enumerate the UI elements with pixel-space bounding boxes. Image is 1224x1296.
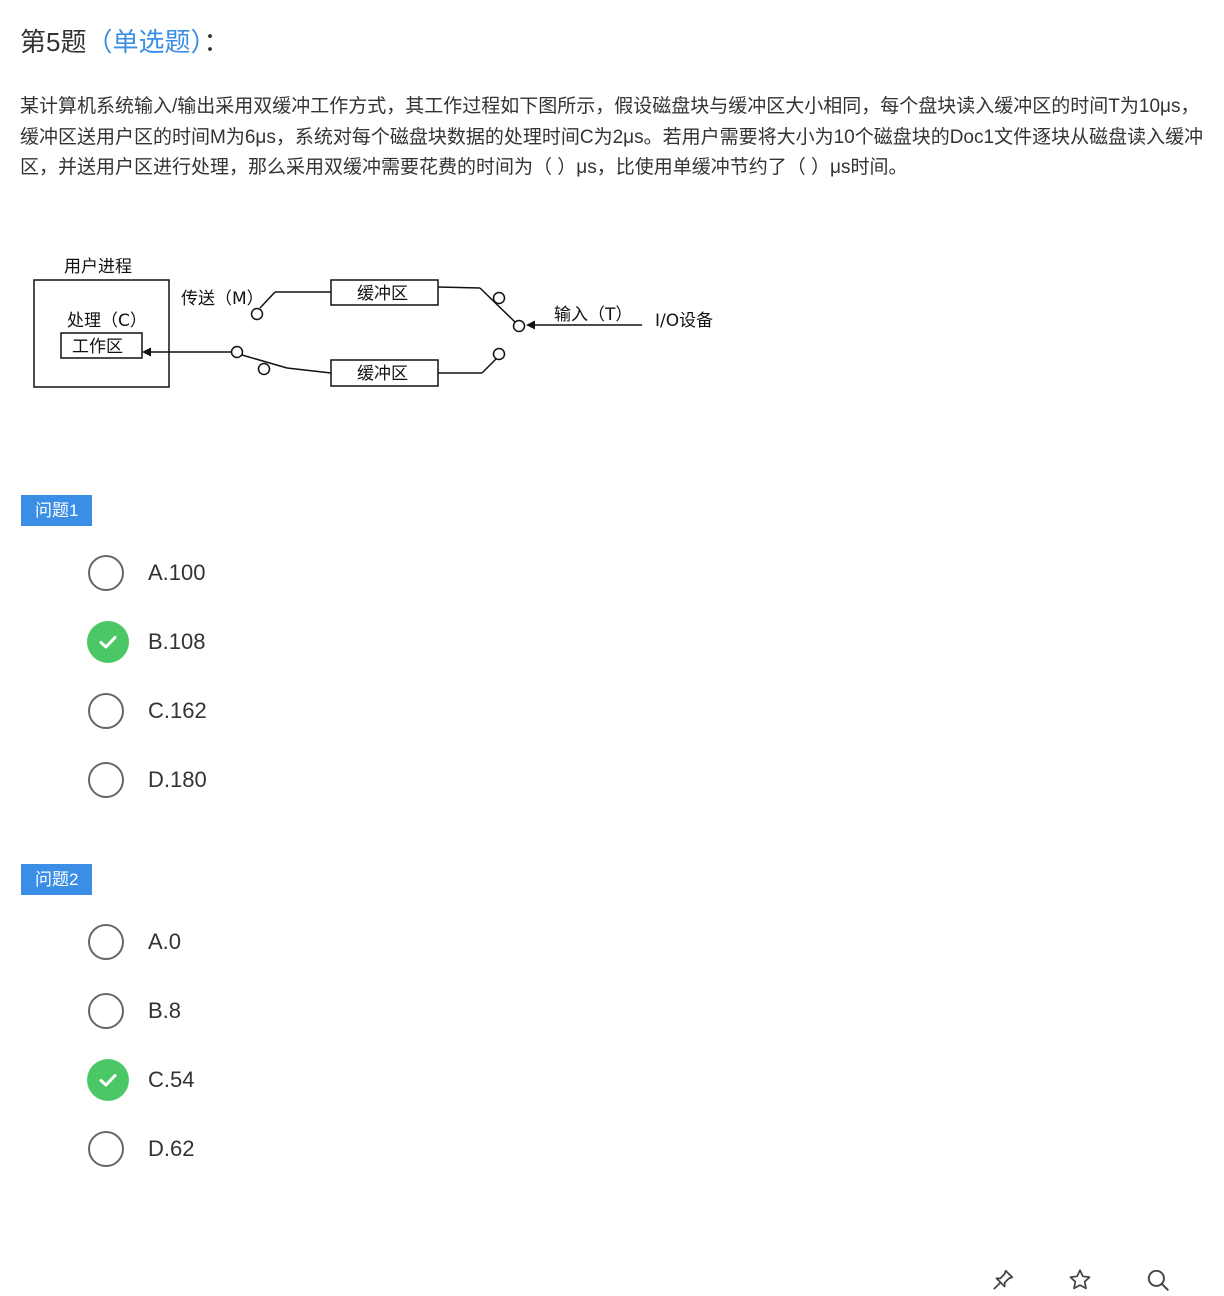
search-icon[interactable]	[1144, 1266, 1172, 1294]
wire	[437, 286, 481, 289]
option-label: C.54	[148, 1067, 195, 1092]
option-label: D.180	[148, 767, 207, 792]
switch-contact	[257, 362, 271, 376]
question-stem: 某计算机系统输入/输出采用双缓冲工作方式，其工作过程如下图所示，假设磁盘块与缓冲…	[20, 96, 1204, 178]
question-number: 第5题	[20, 27, 87, 57]
radio-unchecked[interactable]	[88, 924, 124, 960]
switch-contact	[250, 307, 264, 321]
check-circle-icon[interactable]	[87, 621, 129, 663]
option-1d[interactable]: D.180	[88, 760, 207, 800]
option-label: D.62	[148, 1136, 195, 1161]
option-1c[interactable]: C.162	[88, 691, 207, 731]
option-2c[interactable]: C.54	[87, 1059, 195, 1101]
option-2d[interactable]: D.62	[88, 1129, 194, 1169]
question-colon: ：	[203, 27, 230, 57]
user-process-label: 用户进程	[64, 257, 132, 277]
switch-contact	[492, 291, 506, 305]
star-icon[interactable]	[1066, 1266, 1094, 1294]
option-1b[interactable]: B.108	[87, 621, 206, 663]
option-2a[interactable]: A.0	[88, 922, 181, 962]
switch-contact	[512, 319, 526, 333]
question-type: （单选题）	[86, 27, 204, 57]
buffer-bottom-label: 缓冲区	[357, 364, 408, 384]
option-label: B.8	[148, 998, 182, 1023]
input-label: 输入（T）	[554, 305, 632, 325]
radio-unchecked[interactable]	[88, 693, 124, 729]
option-1a[interactable]: A.100	[88, 553, 206, 593]
radio-unchecked[interactable]	[88, 762, 124, 798]
option-label: A.100	[148, 560, 206, 585]
double-buffer-diagram: 用户进程 处理（C） 工作区 传送（M） 缓冲区 缓冲区 输入（T） I/O设备	[33, 257, 713, 388]
radio-unchecked[interactable]	[88, 555, 124, 591]
buffer-top-label: 缓冲区	[357, 284, 408, 304]
work-area-label: 工作区	[72, 337, 123, 357]
switch-arm	[481, 358, 497, 374]
arrow-head	[526, 320, 535, 330]
transfer-label: 传送（M）	[181, 289, 264, 309]
arrow-head	[142, 347, 151, 357]
radio-unchecked[interactable]	[88, 993, 124, 1029]
pin-icon[interactable]	[989, 1266, 1017, 1294]
check-circle-icon[interactable]	[87, 1059, 129, 1101]
process-label: 处理（C）	[67, 311, 147, 331]
wire	[286, 367, 332, 374]
switch-contact	[492, 347, 506, 361]
io-device-label: I/O设备	[655, 311, 713, 331]
sub-question-badge: 问题2	[21, 864, 93, 895]
sub-question-badge: 问题1	[21, 495, 93, 526]
option-2b[interactable]: B.8	[88, 991, 181, 1031]
option-label: A.0	[148, 929, 182, 954]
radio-unchecked[interactable]	[88, 1131, 124, 1167]
option-label: C.162	[148, 698, 207, 723]
switch-contact	[230, 345, 244, 359]
question-header: 第5题（单选题）：	[20, 24, 230, 60]
option-label: B.108	[148, 629, 206, 654]
